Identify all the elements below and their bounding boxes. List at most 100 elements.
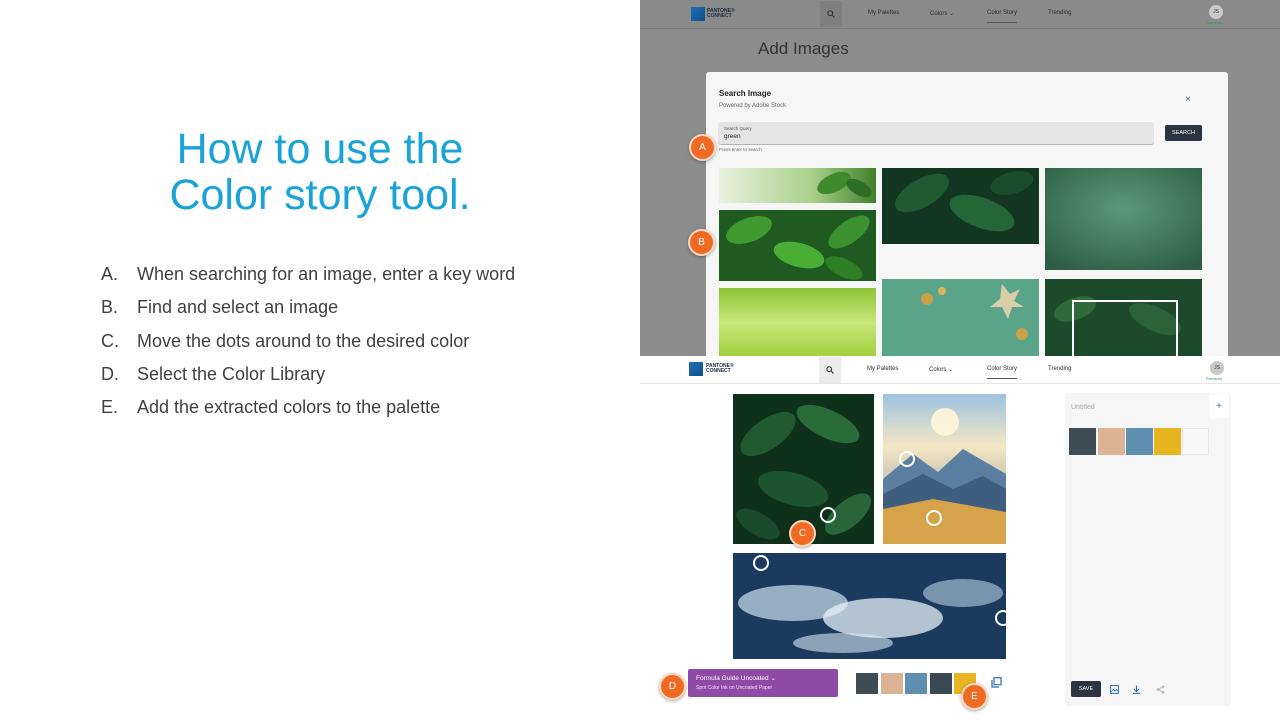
search-image-modal: Search Image Powered by Adobe Stock × Se… bbox=[706, 72, 1228, 356]
nav-colors-label: Colors bbox=[929, 367, 947, 373]
save-button[interactable]: SAVE bbox=[1071, 681, 1101, 697]
color-library-dropdown[interactable]: Formula Guide Uncoated ⌄ Spot Color Ink … bbox=[688, 669, 838, 697]
chevron-down-icon: ⌄ bbox=[948, 367, 954, 373]
search-button[interactable] bbox=[820, 1, 842, 27]
logo-text: PANTONE® CONNECT bbox=[707, 9, 735, 19]
search-image-screenshot: PANTONE® CONNECT My Palettes Colors ⌄ Co… bbox=[640, 0, 1280, 356]
color-library-name-text: Formula Guide Uncoated bbox=[696, 675, 769, 682]
palette-panel: Untitled + SAVE bbox=[1065, 393, 1231, 706]
story-image-mountains[interactable] bbox=[883, 394, 1006, 544]
logo-line2: CONNECT bbox=[707, 13, 732, 19]
search-icon bbox=[827, 10, 835, 18]
search-icon bbox=[826, 366, 834, 374]
nav-color-story[interactable]: Color Story bbox=[987, 366, 1018, 379]
story-image-ocean[interactable] bbox=[733, 553, 1006, 659]
slide-title-line1: How to use the bbox=[176, 125, 464, 173]
marker-c: C bbox=[789, 520, 816, 547]
extracted-swatch[interactable] bbox=[905, 673, 927, 694]
slide-title: How to use the Color story tool. bbox=[0, 126, 640, 218]
pantone-logo-icon[interactable] bbox=[691, 7, 705, 21]
search-query-label: Search Query bbox=[724, 126, 752, 131]
palette-swatch-empty[interactable] bbox=[1182, 428, 1209, 455]
step-item: D. Select the Color Library bbox=[101, 358, 515, 391]
result-image-thumbnail[interactable] bbox=[882, 168, 1039, 244]
step-letter: B. bbox=[101, 297, 119, 318]
step-letter: C. bbox=[101, 330, 119, 351]
color-picker-dot[interactable] bbox=[926, 510, 942, 526]
step-item: B. Find and select an image bbox=[101, 291, 515, 324]
result-image-thumbnail[interactable] bbox=[882, 279, 1039, 356]
extracted-swatch[interactable] bbox=[881, 673, 903, 694]
avatar[interactable]: JS bbox=[1209, 5, 1223, 19]
marker-e: E bbox=[961, 683, 988, 710]
step-item: A. When searching for an image, enter a k… bbox=[101, 258, 515, 291]
nav-colors[interactable]: Colors ⌄ bbox=[930, 10, 954, 17]
palette-swatch[interactable] bbox=[1126, 428, 1153, 455]
top-nav-bar: PANTONE® CONNECT My Palettes Colors ⌄ Co… bbox=[640, 0, 1280, 29]
step-text: Add the extracted colors to the palette bbox=[137, 397, 441, 418]
chevron-down-icon: ⌄ bbox=[949, 11, 955, 17]
nav-trending[interactable]: Trending bbox=[1048, 366, 1071, 372]
extracted-swatch[interactable] bbox=[856, 673, 878, 694]
bottom-nav-bar: PANTONE® CONNECT My Palettes Colors ⌄ Co… bbox=[640, 356, 1280, 384]
slide-title-line2: Color story tool. bbox=[169, 171, 471, 219]
download-icon[interactable] bbox=[1132, 685, 1141, 694]
premium-badge: Premium bbox=[1206, 20, 1223, 25]
nav-my-palettes[interactable]: My Palettes bbox=[868, 10, 899, 16]
pantone-logo-icon[interactable] bbox=[689, 362, 703, 376]
color-picker-dot[interactable] bbox=[995, 610, 1011, 626]
result-image-thumbnail[interactable] bbox=[1045, 168, 1202, 270]
result-image-thumbnail[interactable] bbox=[1045, 279, 1202, 356]
search-helper-text: Press enter to search bbox=[719, 147, 762, 152]
step-item: E. Add the extracted colors to the palett… bbox=[101, 391, 515, 424]
step-letter: E. bbox=[101, 397, 119, 418]
result-image-thumbnail[interactable] bbox=[719, 288, 876, 356]
marker-d: D bbox=[659, 673, 686, 700]
nav-my-palettes[interactable]: My Palettes bbox=[867, 366, 898, 372]
palette-title[interactable]: Untitled bbox=[1071, 404, 1095, 411]
image-icon[interactable] bbox=[1110, 685, 1119, 694]
search-query-input[interactable]: Search Query green bbox=[718, 122, 1154, 145]
step-text: When searching for an image, enter a key… bbox=[137, 264, 516, 285]
close-icon[interactable]: × bbox=[1185, 94, 1191, 105]
search-submit-button[interactable]: SEARCH bbox=[1165, 125, 1202, 141]
add-icon[interactable]: + bbox=[1209, 394, 1229, 418]
nav-colors[interactable]: Colors ⌄ bbox=[929, 366, 953, 373]
step-letter: A. bbox=[101, 264, 119, 285]
color-story-screenshot: PANTONE® CONNECT My Palettes Colors ⌄ Co… bbox=[640, 356, 1280, 720]
marker-b: B bbox=[688, 229, 715, 256]
steps-list: A. When searching for an image, enter a k… bbox=[101, 258, 515, 424]
search-query-value: green bbox=[724, 133, 741, 140]
palette-swatch[interactable] bbox=[1154, 428, 1181, 455]
extracted-swatch[interactable] bbox=[930, 673, 952, 694]
color-picker-dot[interactable] bbox=[899, 451, 915, 467]
add-to-palette-icon[interactable] bbox=[991, 677, 1002, 688]
nav-colors-label: Colors bbox=[930, 11, 948, 17]
share-icon[interactable] bbox=[1156, 685, 1165, 694]
search-button[interactable] bbox=[819, 357, 841, 383]
chevron-down-icon: ⌄ bbox=[770, 675, 776, 682]
step-text: Move the dots around to the desired colo… bbox=[137, 330, 470, 351]
step-item: C. Move the dots around to the desired co… bbox=[101, 325, 515, 358]
color-picker-dot[interactable] bbox=[820, 507, 836, 523]
step-text: Select the Color Library bbox=[137, 364, 326, 385]
modal-subtitle: Powered by Adobe Stock bbox=[719, 103, 787, 109]
nav-color-story[interactable]: Color Story bbox=[987, 10, 1018, 23]
palette-swatch[interactable] bbox=[1069, 428, 1096, 455]
step-letter: D. bbox=[101, 364, 119, 385]
result-image-thumbnail[interactable] bbox=[719, 168, 876, 203]
page-title: Add Images bbox=[758, 39, 849, 58]
color-picker-dot[interactable] bbox=[753, 555, 769, 571]
premium-badge: Premium bbox=[1206, 376, 1223, 381]
step-text: Find and select an image bbox=[137, 297, 339, 318]
logo-text: PANTONE® CONNECT bbox=[706, 364, 734, 374]
marker-a: A bbox=[689, 134, 716, 161]
palette-swatch[interactable] bbox=[1098, 428, 1125, 455]
color-library-subtitle: Spot Color Ink on Uncoated Paper bbox=[696, 685, 773, 691]
color-library-name: Formula Guide Uncoated ⌄ bbox=[696, 674, 776, 682]
logo-line2: CONNECT bbox=[706, 368, 731, 374]
avatar[interactable]: JS bbox=[1210, 361, 1224, 375]
result-image-thumbnail[interactable] bbox=[719, 210, 876, 281]
nav-trending[interactable]: Trending bbox=[1048, 10, 1071, 16]
modal-title: Search Image bbox=[719, 89, 772, 98]
